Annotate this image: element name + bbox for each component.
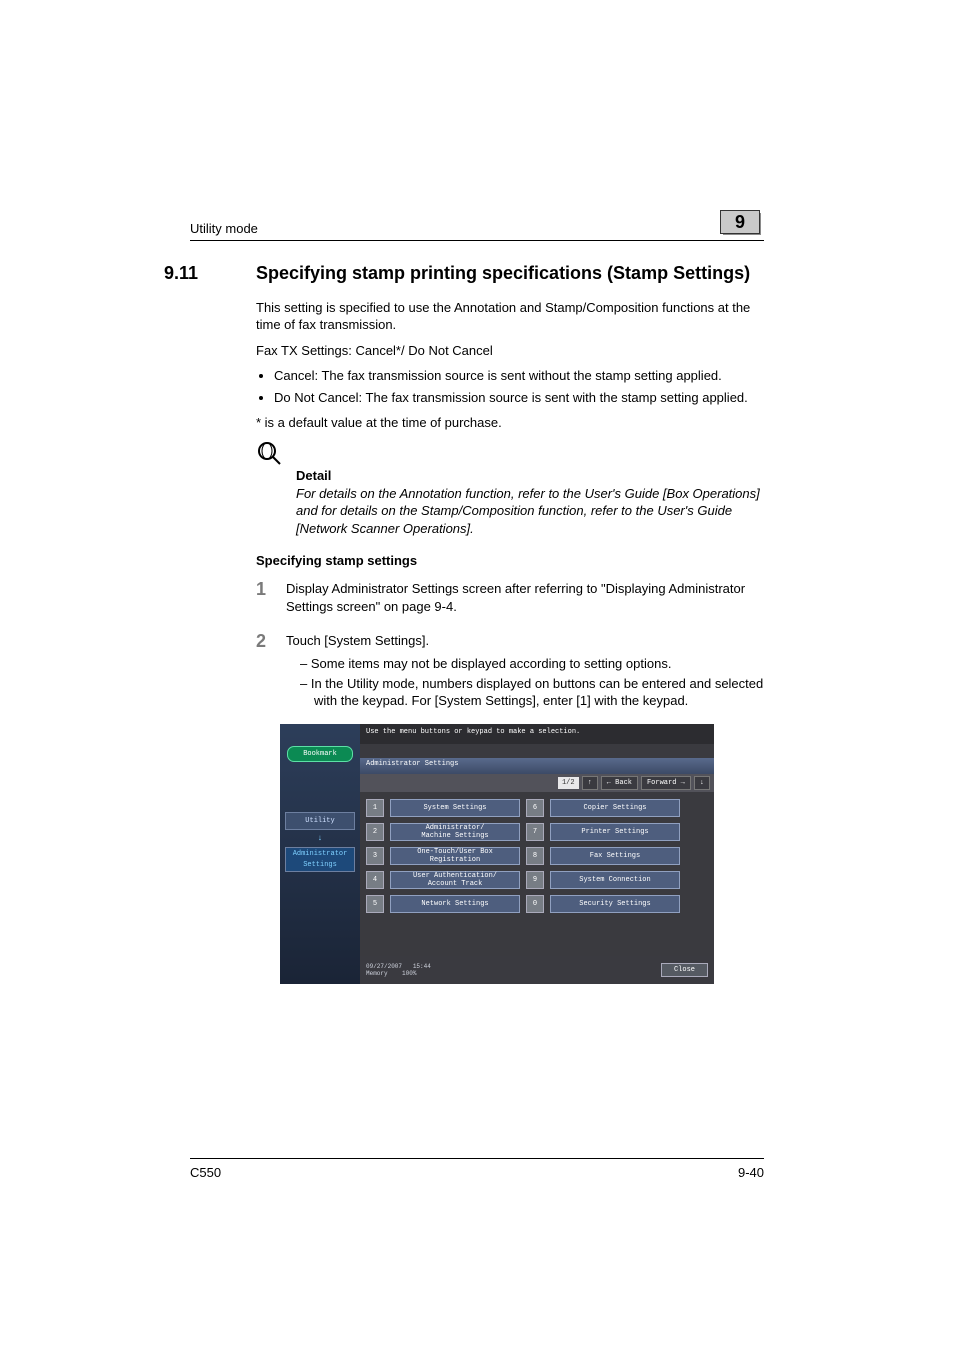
panel-sidebar: Bookmark Utility ↓ AdministratorSettings bbox=[280, 724, 360, 984]
option-number: 9 bbox=[526, 871, 544, 889]
option-onetouch-userbox[interactable]: One-Touch/User BoxRegistration bbox=[390, 847, 520, 865]
section-title-text: Specifying stamp printing specifications… bbox=[256, 263, 750, 283]
bullet-list: Cancel: The fax transmission source is s… bbox=[274, 367, 764, 406]
step-number: 2 bbox=[256, 632, 286, 712]
down-arrow-icon: ↓ bbox=[280, 834, 360, 843]
default-note: * is a default value at the time of purc… bbox=[256, 414, 764, 432]
step-1: 1 Display Administrator Settings screen … bbox=[256, 580, 764, 621]
option-system-connection[interactable]: System Connection bbox=[550, 871, 680, 889]
option-fax-settings[interactable]: Fax Settings bbox=[550, 847, 680, 865]
intro-paragraph: This setting is specified to use the Ann… bbox=[256, 299, 764, 334]
section-body: This setting is specified to use the Ann… bbox=[256, 299, 764, 432]
sidebar-tab-admin-settings[interactable]: AdministratorSettings bbox=[285, 847, 355, 872]
option-number: 2 bbox=[366, 823, 384, 841]
dash-list: Some items may not be displayed accordin… bbox=[300, 655, 764, 710]
step-number: 1 bbox=[256, 580, 286, 621]
header-left-text: Utility mode bbox=[190, 221, 258, 236]
panel-toolbar: 1/2 ↑ ← Back Forward → ↓ bbox=[360, 774, 714, 792]
option-number: 5 bbox=[366, 895, 384, 913]
fax-settings-line: Fax TX Settings: Cancel*/ Do Not Cancel bbox=[256, 342, 764, 360]
device-screenshot: Bookmark Utility ↓ AdministratorSettings… bbox=[280, 724, 714, 984]
page-content: 9.11Specifying stamp printing specificat… bbox=[210, 262, 764, 984]
bullet-item: Do Not Cancel: The fax transmission sour… bbox=[274, 389, 764, 407]
bullet-item: Cancel: The fax transmission source is s… bbox=[274, 367, 764, 385]
chapter-number: 9 bbox=[720, 210, 760, 234]
footer-mem-label: Memory bbox=[366, 970, 388, 977]
option-number: 8 bbox=[526, 847, 544, 865]
dash-item: Some items may not be displayed accordin… bbox=[300, 655, 764, 673]
back-button[interactable]: ← Back bbox=[601, 776, 638, 790]
panel-footer: 09/27/2007 15:44 Memory 100% Close bbox=[360, 956, 714, 984]
subheading: Specifying stamp settings bbox=[256, 553, 764, 568]
close-button[interactable]: Close bbox=[661, 963, 708, 977]
pager-prev-button[interactable]: ↑ bbox=[582, 776, 598, 790]
option-printer-settings[interactable]: Printer Settings bbox=[550, 823, 680, 841]
step-body: Display Administrator Settings screen af… bbox=[286, 580, 764, 621]
option-number: 6 bbox=[526, 799, 544, 817]
sidebar-tab-utility[interactable]: Utility bbox=[285, 812, 355, 830]
step-body: Touch [System Settings]. Some items may … bbox=[286, 632, 764, 712]
option-network-settings[interactable]: Network Settings bbox=[390, 895, 520, 913]
option-number: 3 bbox=[366, 847, 384, 865]
option-number: 1 bbox=[366, 799, 384, 817]
chapter-badge: 9 bbox=[720, 210, 764, 236]
section-title: 9.11Specifying stamp printing specificat… bbox=[210, 262, 764, 285]
option-copier-settings[interactable]: Copier Settings bbox=[550, 799, 680, 817]
page-header: Utility mode 9 bbox=[190, 210, 764, 241]
footer-model: C550 bbox=[190, 1165, 221, 1180]
options-grid: 1 System Settings 6 Copier Settings 2 Ad… bbox=[360, 792, 714, 920]
page-footer: C550 9-40 bbox=[190, 1158, 764, 1180]
panel-main: Use the menu buttons or keypad to make a… bbox=[360, 724, 714, 984]
step-text: Touch [System Settings]. bbox=[286, 632, 764, 650]
forward-button[interactable]: Forward → bbox=[641, 776, 691, 790]
option-system-settings[interactable]: System Settings bbox=[390, 799, 520, 817]
footer-time: 15:44 bbox=[413, 963, 431, 970]
option-admin-machine-settings[interactable]: Administrator/Machine Settings bbox=[390, 823, 520, 841]
option-security-settings[interactable]: Security Settings bbox=[550, 895, 680, 913]
pager-indicator: 1/2 bbox=[558, 777, 579, 789]
dash-item: In the Utility mode, numbers displayed o… bbox=[300, 675, 764, 710]
option-user-auth-account[interactable]: User Authentication/Account Track bbox=[390, 871, 520, 889]
option-number: 4 bbox=[366, 871, 384, 889]
footer-mem-value: 100% bbox=[402, 970, 416, 977]
panel-instruction: Use the menu buttons or keypad to make a… bbox=[360, 724, 714, 744]
detail-text: For details on the Annotation function, … bbox=[296, 485, 764, 538]
footer-page-number: 9-40 bbox=[738, 1165, 764, 1180]
magnifier-icon bbox=[256, 440, 282, 466]
step-2: 2 Touch [System Settings]. Some items ma… bbox=[256, 632, 764, 712]
footer-date: 09/27/2007 bbox=[366, 963, 402, 970]
panel-titlebar: Administrator Settings bbox=[360, 758, 714, 774]
step-text: Display Administrator Settings screen af… bbox=[286, 580, 764, 615]
document-page: Utility mode 9 9.11Specifying stamp prin… bbox=[0, 0, 954, 1350]
footer-status: 09/27/2007 15:44 Memory 100% bbox=[366, 963, 431, 977]
bookmark-button[interactable]: Bookmark bbox=[287, 746, 353, 762]
detail-label: Detail bbox=[296, 468, 764, 483]
pager-next-button[interactable]: ↓ bbox=[694, 776, 710, 790]
section-number: 9.11 bbox=[210, 262, 256, 285]
option-number: 7 bbox=[526, 823, 544, 841]
option-number: 0 bbox=[526, 895, 544, 913]
